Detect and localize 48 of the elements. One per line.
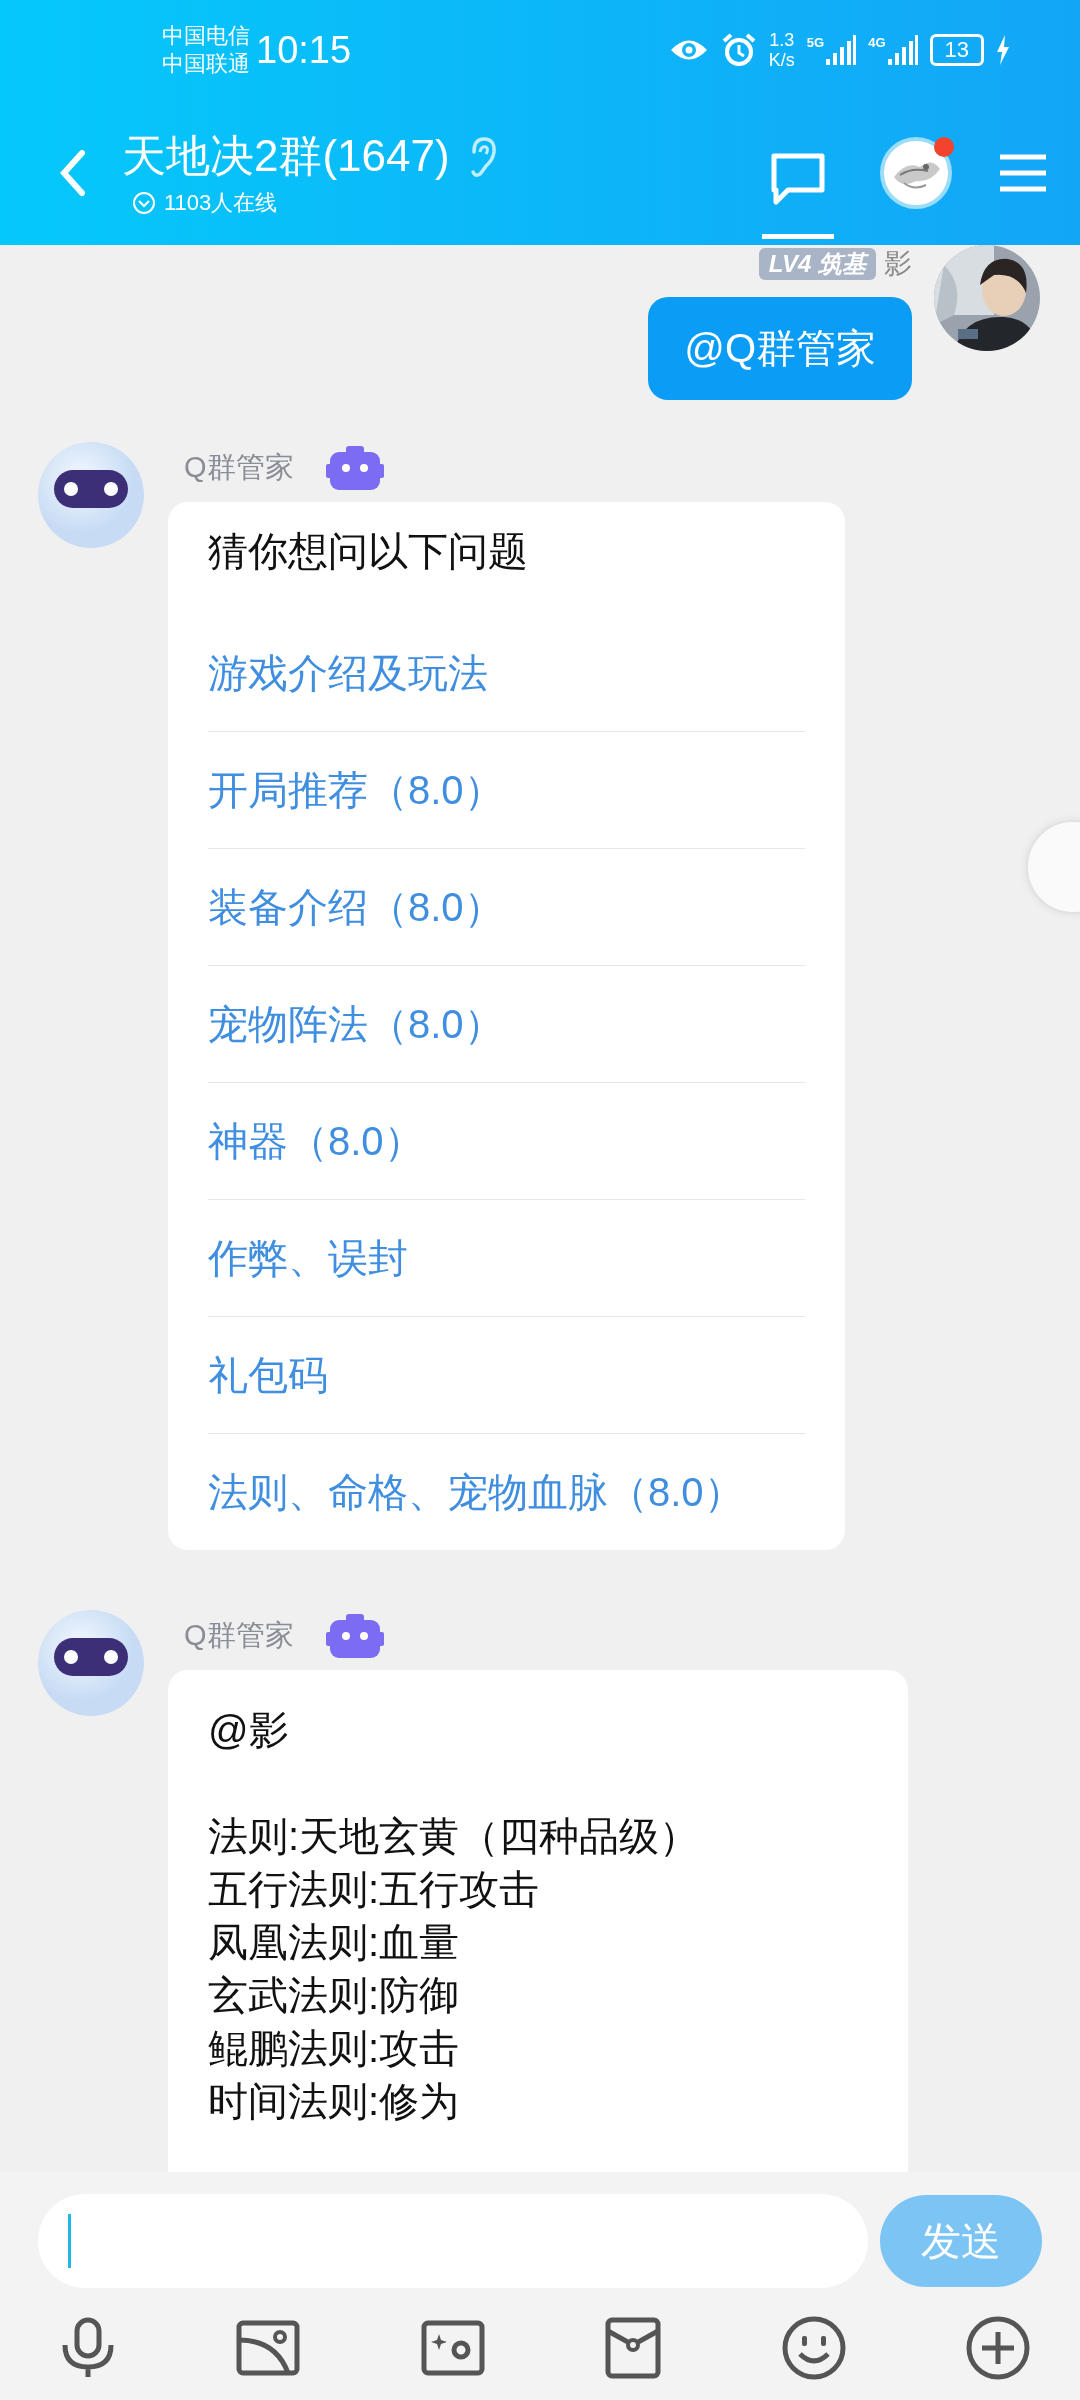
robot-avatar-icon[interactable] [38,1610,144,1716]
level-badge: LV4 筑基 [758,248,876,280]
network-speed: 1.3 [769,30,795,50]
network-speed: K/s [768,50,795,70]
question-link[interactable]: 装备介绍（8.0） [208,849,805,966]
alarm-icon [720,32,757,68]
message-line: 时间法则:修为 [208,2078,461,2125]
online-count: 1103人在线 [164,189,278,217]
robot-icon [325,1614,384,1658]
message-line: 法则:天地玄黄（四种品级） [208,1813,701,1860]
question-link[interactable]: 神器（8.0） [208,1083,805,1200]
message-line: @影 [208,1707,290,1754]
message-line: 鲲鹏法则:攻击 [208,2025,461,2072]
message-bubble: @Q群管家 [648,297,912,400]
charging-icon [996,35,1010,65]
network-type: 4G [868,35,886,50]
chat-icon [770,152,826,206]
network-type: 5G [806,35,825,50]
question-link[interactable]: 游戏介绍及玩法 [208,615,805,732]
question-link[interactable]: 开局推荐（8.0） [208,732,805,849]
question-link[interactable]: 作弊、误封 [208,1200,805,1317]
menu-icon[interactable] [998,152,1048,193]
add-icon[interactable] [965,2316,1030,2380]
question-link[interactable]: 宠物阵法（8.0） [208,966,805,1083]
signal-icon [826,35,857,65]
message-line: 凤凰法则:血量 [208,1919,461,1966]
group-title: 天地决2群(1647) [122,130,450,182]
question-link[interactable]: 法则、命格、宠物血脉（8.0） [208,1434,805,1550]
sender-name: Q群管家 [184,1618,294,1653]
image-icon[interactable] [236,2320,301,2376]
sender-name: 影 [884,247,912,281]
clock-time: 10:15 [256,28,352,72]
microphone-icon[interactable] [60,2317,116,2379]
send-button[interactable]: 发送 [880,2195,1042,2287]
robot-avatar-icon[interactable] [38,442,144,548]
bubble-title: 猜你想问以下问题 [208,528,529,575]
signal-icon [887,35,918,65]
message-line: 玄武法则:防御 [208,1972,461,2019]
emoji-icon[interactable] [781,2316,846,2380]
battery-level: 13 [929,34,984,66]
carrier-name: 中国联通 [162,50,250,78]
message-line: 五行法则:五行攻击 [208,1866,541,1913]
question-link[interactable]: 礼包码 [208,1317,805,1434]
sender-name: Q群管家 [184,450,294,485]
envelope-icon[interactable] [605,2317,662,2379]
carrier-name: 中国电信 [162,22,250,50]
robot-icon [325,446,384,490]
camera-icon[interactable] [420,2320,485,2376]
